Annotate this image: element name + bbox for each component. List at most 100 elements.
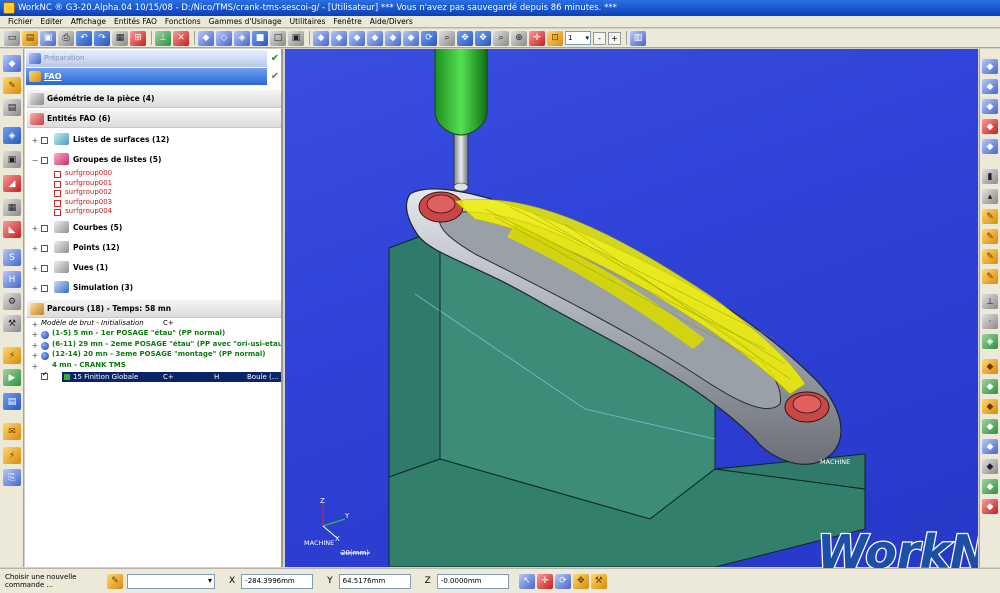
surfgroup003-checkbox[interactable] xyxy=(54,200,61,207)
view-cube-2-icon[interactable]: ◆ xyxy=(331,30,347,46)
curves-checkbox[interactable] xyxy=(41,225,48,232)
menu-fichier[interactable]: Fichier xyxy=(4,16,37,28)
zoom-plus-button[interactable]: + xyxy=(608,31,621,45)
select-cursor-icon[interactable]: ↖ xyxy=(518,573,535,589)
pick-point-icon[interactable]: ✛ xyxy=(536,573,553,589)
zoom-icon[interactable]: ⌕ xyxy=(439,30,455,46)
rotate-view-icon[interactable]: ⟳ xyxy=(554,573,571,589)
s-tool-icon[interactable]: S xyxy=(3,249,21,266)
report-icon[interactable]: ▤ xyxy=(3,393,21,410)
surface-right-icon[interactable]: ◈ xyxy=(982,334,998,349)
view-3-right-icon[interactable]: ◆ xyxy=(982,99,998,114)
axis-icon[interactable]: ✕ xyxy=(173,30,189,46)
y-coord-field[interactable]: 64.5176mm xyxy=(338,573,411,589)
group-icon[interactable]: ▦ xyxy=(3,199,21,216)
expand-group-1[interactable]: + xyxy=(31,331,39,339)
points-label[interactable]: Points (12) xyxy=(73,243,120,252)
expand-group-3[interactable]: + xyxy=(31,352,39,360)
surfgroup001-label[interactable]: surfgroup001 xyxy=(65,179,112,187)
zoom-select[interactable]: 1 xyxy=(565,31,591,45)
wireframe-view-icon[interactable]: □ xyxy=(270,30,286,46)
zoom-window-icon[interactable]: ⌕ xyxy=(493,30,509,46)
command-combo[interactable] xyxy=(127,573,215,589)
simulation-label[interactable]: Simulation (3) xyxy=(73,283,133,292)
rotate-icon[interactable]: ⟳ xyxy=(421,30,437,46)
open-folder-icon[interactable]: ▤ xyxy=(22,30,38,46)
surfgroup000-label[interactable]: surfgroup000 xyxy=(65,169,112,177)
view-iso-icon[interactable]: ◆ xyxy=(198,30,214,46)
measure-icon[interactable]: ⟂ xyxy=(155,30,171,46)
stock-model-label[interactable]: Modèle de brut - Initialisation xyxy=(41,319,144,327)
group-4-label[interactable]: 4 mn - CRANK TMS xyxy=(52,361,126,369)
points-checkbox[interactable] xyxy=(41,245,48,252)
surfgroup003-label[interactable]: surfgroup003 xyxy=(65,198,112,206)
view-top-icon[interactable]: ◈ xyxy=(234,30,250,46)
cylinder-right-icon[interactable]: ▮ xyxy=(982,169,998,184)
menu-affichage[interactable]: Affichage xyxy=(67,16,110,28)
camera-icon[interactable]: ▣ xyxy=(288,30,304,46)
surfgroup002-label[interactable]: surfgroup002 xyxy=(65,188,112,196)
surface-icon[interactable]: ◈ xyxy=(3,127,21,144)
geometry-node[interactable]: Géométrie de la pièce (4) xyxy=(27,90,281,108)
green-2-right-icon[interactable]: ◆ xyxy=(982,419,998,434)
tab-preparation[interactable]: Préparation xyxy=(26,50,267,67)
menu-entites-fao[interactable]: Entités FAO xyxy=(110,16,161,28)
view-4-right-icon[interactable]: ◆ xyxy=(982,119,998,134)
holder-icon[interactable]: ⚒ xyxy=(3,315,21,332)
expand-simulation[interactable]: + xyxy=(31,285,39,293)
fit-icon[interactable]: ✛ xyxy=(529,30,545,46)
tool-1-right-icon[interactable]: ✎ xyxy=(982,209,998,224)
gray-right-icon[interactable]: ◆ xyxy=(982,459,998,474)
view-5-right-icon[interactable]: ◆ xyxy=(982,139,998,154)
expand-group-2[interactable]: + xyxy=(31,342,39,350)
view-cube-5-icon[interactable]: ◆ xyxy=(385,30,401,46)
export-icon[interactable]: ⎘ xyxy=(3,469,21,486)
import-icon[interactable]: ◆ xyxy=(3,55,21,72)
expand-curves[interactable]: + xyxy=(31,225,39,233)
menu-aide[interactable]: Aide/Divers xyxy=(366,16,417,28)
menu-utilitaires[interactable]: Utilitaires xyxy=(286,16,330,28)
view-iso-right-icon[interactable]: ◆ xyxy=(982,59,998,74)
shade-right-icon[interactable]: ◆ xyxy=(982,479,998,494)
group-2-label[interactable]: (6-11) 29 mn - 2eme POSAGE "étau" (PP av… xyxy=(52,340,281,348)
list-groups-label[interactable]: Groupes de listes (5) xyxy=(73,155,161,164)
lightning-icon[interactable]: ⚡ xyxy=(3,447,21,464)
views-label[interactable]: Vues (1) xyxy=(73,263,108,272)
measure-right-icon[interactable]: ⊥ xyxy=(982,294,998,309)
point-icon[interactable]: ◣ xyxy=(3,221,21,238)
view-cube-6-icon[interactable]: ◆ xyxy=(403,30,419,46)
expand-points[interactable]: + xyxy=(31,245,39,253)
z-coord-field[interactable]: -0.0000mm xyxy=(436,573,509,589)
redo-icon[interactable]: ↷ xyxy=(94,30,110,46)
menu-fenetre[interactable]: Fenêtre xyxy=(329,16,365,28)
simulation-checkbox[interactable] xyxy=(41,285,48,292)
cutting-tool[interactable] xyxy=(434,49,488,192)
expand-stock-model[interactable]: + xyxy=(31,321,39,329)
expand-views[interactable]: + xyxy=(31,265,39,273)
expand-surface-lists[interactable]: + xyxy=(31,137,39,145)
selected-path-checkbox[interactable] xyxy=(41,370,48,380)
save-icon[interactable]: ▣ xyxy=(40,30,56,46)
simulation-icon[interactable]: ▶ xyxy=(3,369,21,386)
toolpaths-node[interactable]: Parcours (18) - Temps: 58 mn xyxy=(27,300,281,318)
curves-label[interactable]: Courbes (5) xyxy=(73,223,122,232)
h-tool-icon[interactable]: H xyxy=(3,271,21,288)
entities-node[interactable]: Entités FAO (6) xyxy=(27,110,281,128)
cone-right-icon[interactable]: ▴ xyxy=(982,189,998,204)
zoom-minus-button[interactable]: - xyxy=(593,31,606,45)
surfgroup004-label[interactable]: surfgroup004 xyxy=(65,207,112,215)
grid-icon[interactable]: ▦ xyxy=(112,30,128,46)
3d-viewport[interactable]: Z Y X MACHINE 20(mm) MACHINE xyxy=(285,49,978,567)
list-groups-checkbox[interactable] xyxy=(41,157,48,164)
shaded-view-icon[interactable]: ■ xyxy=(252,30,268,46)
expand-group-4[interactable]: + xyxy=(31,363,39,371)
point-right-icon[interactable]: · xyxy=(982,314,998,329)
view-front-icon[interactable]: ◇ xyxy=(216,30,232,46)
surface-lists-label[interactable]: Listes de surfaces (12) xyxy=(73,135,169,144)
pencil-icon[interactable]: ✎ xyxy=(3,77,21,94)
surfgroup002-checkbox[interactable] xyxy=(54,190,61,197)
move-icon[interactable]: ✥ xyxy=(572,573,589,589)
tool-3-right-icon[interactable]: ✎ xyxy=(982,249,998,264)
tool-icon[interactable]: ⚙ xyxy=(3,293,21,310)
view-cube-3-icon[interactable]: ◆ xyxy=(349,30,365,46)
